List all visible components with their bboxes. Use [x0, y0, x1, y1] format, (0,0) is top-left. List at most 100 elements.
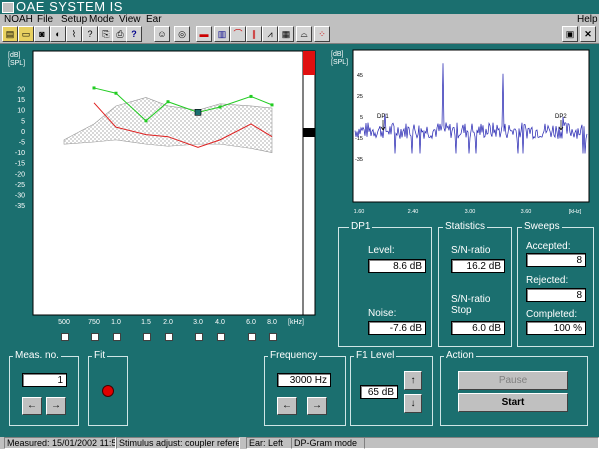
dp-y-tick: -20 — [15, 171, 25, 178]
settings-icon[interactable]: ⁘ — [314, 26, 330, 42]
menu-mode[interactable]: Mode — [89, 14, 114, 25]
dp-x-tick: 1.0 — [111, 319, 121, 326]
frequency-checkbox[interactable] — [165, 333, 173, 341]
sn-stop-value[interactable]: 6.0 dB — [451, 321, 505, 335]
meas-panel-title: Meas. no. — [13, 350, 61, 362]
meas-next-button[interactable]: → — [46, 397, 66, 415]
open-icon[interactable]: ▤ — [2, 26, 18, 42]
help-icon[interactable]: ? — [126, 26, 142, 42]
sp-y-tick: 45 — [357, 73, 363, 79]
start-button[interactable]: Start — [458, 393, 568, 412]
frequency-checkbox[interactable] — [269, 333, 277, 341]
spectrum-y-unit-1: [dB] — [331, 51, 344, 58]
io-icon[interactable]: ⌒ — [230, 26, 246, 42]
f1-level-field[interactable]: 65 dB — [360, 385, 398, 399]
menu-ear[interactable]: Ear — [146, 14, 162, 25]
sn-ratio-value: 16.2 dB — [451, 259, 505, 273]
dpgram-icon[interactable]: ▥ — [214, 26, 230, 42]
info-icon[interactable]: ? — [82, 26, 98, 42]
action-panel-title: Action — [444, 350, 476, 362]
accepted-value: 8 — [526, 253, 586, 267]
dp-y-tick: -10 — [15, 150, 25, 157]
print-preview-icon[interactable]: ◙ — [34, 26, 50, 42]
meas-prev-button[interactable]: ← — [22, 397, 42, 415]
statistics-panel-title: Statistics — [443, 221, 488, 233]
dp-point[interactable] — [249, 94, 253, 98]
sn-ratio-label: S/N-ratio — [451, 245, 491, 256]
accepted-label: Accepted: — [526, 241, 571, 252]
dp-y-tick: 0 — [21, 129, 25, 136]
statistics-panel: Statistics S/N-ratio 16.2 dB S/N-ratio S… — [438, 221, 512, 347]
dp-point[interactable] — [144, 119, 148, 123]
teoae-icon[interactable]: ▦ — [278, 26, 294, 42]
pause-button[interactable]: Pause — [458, 371, 568, 390]
close-icon[interactable]: ✕ — [580, 26, 596, 42]
arrow-down-icon: ↓ — [410, 398, 416, 409]
dp-y-tick: 20 — [17, 87, 25, 94]
person-icon[interactable]: ☺ — [154, 26, 170, 42]
frequency-checkbox[interactable] — [248, 333, 256, 341]
dp-point-selected[interactable] — [194, 109, 202, 116]
dp1-noise-value: -7.6 dB — [368, 321, 426, 335]
level-bar-red — [303, 51, 315, 75]
waveform-icon[interactable]: ⩘ — [262, 26, 278, 42]
frequency-checkbox[interactable] — [195, 333, 203, 341]
frequency-panel: Frequency 3000 Hz ← → — [264, 350, 346, 426]
folder-icon[interactable]: ▭ — [18, 26, 34, 42]
meas-panel: Meas. no. 1 ← → — [9, 350, 79, 426]
dp-point[interactable] — [92, 86, 96, 90]
frequency-checkbox[interactable] — [143, 333, 151, 341]
dp1-marker-label: DP1 — [377, 114, 389, 120]
menu-file[interactable]: File — [37, 14, 53, 25]
dp-x-tick: 4.0 — [215, 319, 225, 326]
dp-point[interactable] — [114, 91, 118, 95]
menu-help[interactable]: Help — [577, 14, 598, 25]
save-icon[interactable]: ▣ — [562, 26, 578, 42]
sp-x-tick: 1.60 — [354, 209, 365, 215]
rejected-label: Rejected: — [526, 275, 569, 286]
f1-level-panel-title: F1 Level — [354, 350, 397, 362]
sp-x-tick: [kHz] — [569, 209, 582, 215]
frequency-up-button[interactable]: → — [307, 397, 327, 415]
f1-level-down-button[interactable]: ↓ — [404, 394, 422, 413]
frequency-checkbox[interactable] — [61, 333, 69, 341]
frequency-checkbox[interactable] — [91, 333, 99, 341]
arrow-left-icon: ← — [27, 400, 37, 411]
frequency-checkbox[interactable] — [113, 333, 121, 341]
dp-x-tick: 8.0 — [267, 319, 277, 326]
status-measured: Measured: 15/01/2002 11:59:58 — [4, 437, 116, 449]
dp-point[interactable] — [270, 103, 274, 107]
frequency-checkbox[interactable] — [217, 333, 225, 341]
sp-y-tick: -35 — [355, 157, 363, 163]
menu-setup[interactable]: Setup — [61, 14, 87, 25]
frequency-field[interactable]: 3000 Hz — [277, 373, 331, 387]
test-icon[interactable]: ▬ — [196, 26, 212, 42]
status-ear: Ear: Left — [246, 437, 292, 449]
dp-point[interactable] — [166, 100, 170, 104]
frequency-down-button[interactable]: ← — [277, 397, 297, 415]
level-bar — [302, 50, 316, 316]
calibrate-icon[interactable]: ◎ — [174, 26, 190, 42]
spectrum-y-unit-2: [SPL] — [331, 59, 348, 66]
arrow-up-icon: ↑ — [410, 375, 416, 386]
fit-panel: Fit — [88, 350, 128, 426]
dp-y-tick: 10 — [17, 108, 25, 115]
sp-y-tick: 25 — [357, 94, 363, 100]
dp-y-tick: 15 — [17, 97, 25, 104]
f1-level-panel: F1 Level 65 dB ↑ ↓ — [350, 350, 433, 426]
meas-number-field[interactable]: 1 — [22, 373, 67, 387]
spectrum-icon[interactable]: ∥ — [246, 26, 262, 42]
menu-noah[interactable]: NOAH — [4, 14, 33, 25]
f1-level-up-button[interactable]: ↑ — [404, 371, 422, 390]
menu-view[interactable]: View — [119, 14, 141, 25]
dpgram-y-unit-2: [SPL] — [8, 60, 25, 67]
menu-bar: NOAH File Setup Mode View Ear Help — [0, 14, 599, 25]
chart-icon[interactable]: ⌇ — [66, 26, 82, 42]
completed-value: 100 % — [526, 321, 586, 335]
arrow-right-icon: → — [51, 400, 61, 411]
curve-icon[interactable]: ⌓ — [296, 26, 312, 42]
dp-y-tick: 5 — [21, 118, 25, 125]
dp-point[interactable] — [218, 105, 222, 109]
probe-icon[interactable]: ◐ — [50, 26, 66, 42]
dpgram-y-unit-1: [dB] — [8, 52, 21, 59]
